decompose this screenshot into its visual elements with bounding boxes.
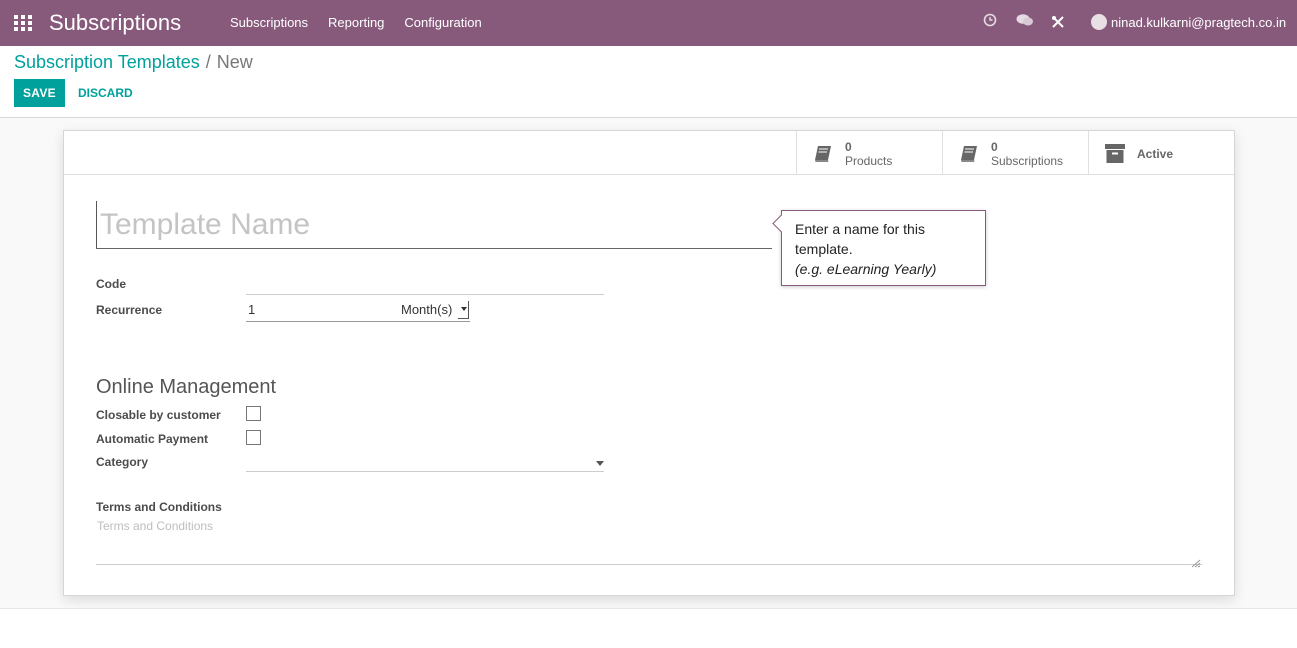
- app-title: Subscriptions: [49, 10, 182, 35]
- category-label: Category: [96, 455, 149, 469]
- products-count: 0: [845, 140, 852, 154]
- automatic-payment-label: Automatic Payment: [96, 432, 209, 446]
- menu-configuration[interactable]: Configuration: [404, 15, 481, 30]
- products-smart-button[interactable]: 0 Products: [796, 131, 942, 175]
- user-menu[interactable]: ninad.kulkarni@pragtech.co.in: [1091, 14, 1286, 30]
- active-toggle-button[interactable]: Active: [1088, 131, 1234, 175]
- breadcrumb-current: New: [216, 52, 253, 72]
- breadcrumb: Subscription Templates / New: [14, 52, 253, 73]
- closable-checkbox[interactable]: [246, 406, 261, 421]
- terms-textarea[interactable]: [96, 511, 1202, 565]
- archive-icon: [1105, 144, 1125, 168]
- book-icon: [959, 145, 979, 168]
- subscriptions-label: Subscriptions: [991, 154, 1064, 168]
- debug-tools-icon[interactable]: [1051, 15, 1065, 32]
- automatic-payment-checkbox[interactable]: [246, 430, 261, 445]
- active-label: Active: [1137, 147, 1174, 161]
- breadcrumb-separator: /: [205, 52, 211, 72]
- discard-button[interactable]: DISCARD: [78, 79, 133, 107]
- tooltip-text: Enter a name for this template.: [795, 221, 925, 257]
- smart-button-box: 0 Products 0 Subscriptions Active: [64, 131, 1234, 175]
- recurrence-unit-value: Month(s): [401, 302, 453, 317]
- avatar: [1091, 14, 1107, 30]
- apps-grid-icon[interactable]: [14, 15, 32, 31]
- top-navbar: Subscriptions Subscriptions Reporting Co…: [0, 0, 1297, 46]
- book-icon: [813, 145, 833, 168]
- tooltip-example: (e.g. eLearning Yearly): [795, 261, 937, 277]
- resize-handle-icon[interactable]: [1191, 555, 1201, 568]
- chat-icon[interactable]: [1016, 13, 1034, 30]
- code-input[interactable]: [246, 266, 604, 295]
- products-label: Products: [845, 154, 893, 168]
- breadcrumb-parent[interactable]: Subscription Templates: [14, 52, 200, 72]
- name-tooltip: Enter a name for this template. (e.g. eL…: [781, 210, 986, 286]
- clock-icon[interactable]: [983, 13, 997, 30]
- menu-reporting[interactable]: Reporting: [328, 15, 384, 30]
- category-select[interactable]: [246, 445, 604, 472]
- control-panel: Subscription Templates / New SAVE DISCARD: [0, 46, 1297, 118]
- subscriptions-smart-button[interactable]: 0 Subscriptions: [942, 131, 1088, 175]
- closable-label: Closable by customer: [96, 408, 221, 422]
- section-online-management: Online Management: [96, 376, 277, 398]
- menu-subscriptions[interactable]: Subscriptions: [230, 15, 308, 30]
- chatter-area: [0, 609, 1297, 648]
- subscriptions-count: 0: [991, 140, 998, 154]
- form-sheet: 0 Products 0 Subscriptions Active Enter …: [63, 130, 1235, 596]
- save-button[interactable]: SAVE: [14, 79, 65, 107]
- template-name-input[interactable]: [96, 201, 772, 249]
- caret-down-icon[interactable]: [596, 461, 604, 466]
- caret-down-icon[interactable]: [458, 301, 469, 319]
- code-label: Code: [96, 277, 126, 291]
- main-menu: Subscriptions Reporting Configuration: [230, 15, 502, 30]
- recurrence-interval-input[interactable]: 1: [246, 294, 398, 322]
- recurrence-label: Recurrence: [96, 303, 163, 317]
- user-email: ninad.kulkarni@pragtech.co.in: [1111, 14, 1287, 30]
